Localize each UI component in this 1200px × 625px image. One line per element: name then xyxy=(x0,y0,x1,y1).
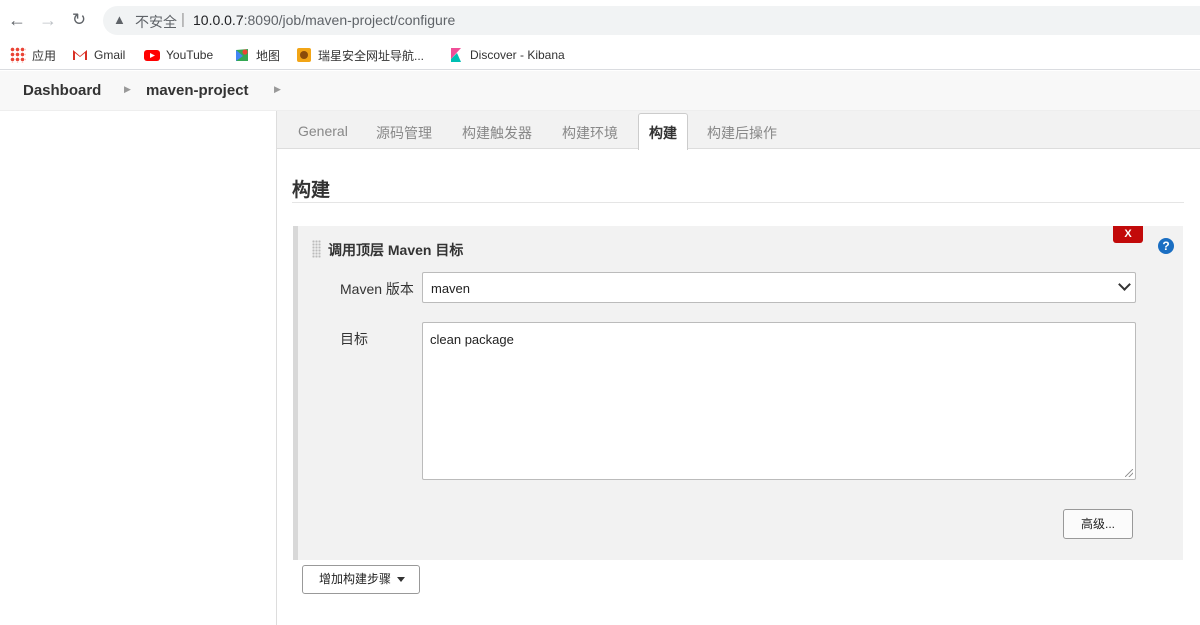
tab-build[interactable]: 构建 xyxy=(638,113,688,150)
bookmark-label: Discover - Kibana xyxy=(470,48,565,62)
bookmark-label: 瑞星安全网址导航... xyxy=(318,48,425,63)
tab-build-env[interactable]: 构建环境 xyxy=(562,123,618,143)
bookmark-gmail[interactable]: Gmail xyxy=(72,45,125,65)
separator: | xyxy=(181,11,185,28)
drag-handle-icon[interactable] xyxy=(312,240,321,258)
breadcrumb-arrow-icon[interactable]: ▶ xyxy=(274,84,281,95)
bookmark-label: 应用 xyxy=(32,48,57,63)
help-icon[interactable]: ? xyxy=(1158,238,1174,254)
build-step-maven: 调用顶层 Maven 目标 X Maven 版本 maven 目标 clean … xyxy=(293,226,1183,560)
breadcrumb-dashboard[interactable]: Dashboard xyxy=(23,82,101,99)
build-step-title: 调用顶层 Maven 目标 xyxy=(328,242,464,258)
add-build-step-label: 增加构建步骤 xyxy=(319,572,392,586)
tab-post-build[interactable]: 构建后操作 xyxy=(707,123,777,143)
bookmark-kibana[interactable]: Discover - Kibana xyxy=(448,45,565,65)
goals-textarea[interactable]: clean package xyxy=(422,322,1136,480)
warning-triangle-icon: ▲ xyxy=(113,12,126,27)
chevron-down-icon xyxy=(1118,278,1131,291)
goals-label: 目标 xyxy=(340,331,368,347)
breadcrumb-arrow-icon[interactable]: ▶ xyxy=(124,84,131,95)
insecure-label: 不安全 xyxy=(135,14,177,30)
tab-scm[interactable]: 源码管理 xyxy=(376,123,432,143)
advanced-button[interactable]: 高级... xyxy=(1063,509,1133,539)
add-build-step-button[interactable]: 增加构建步骤 xyxy=(302,565,420,594)
browser-toolbar: ← → ↻ ▲ 不安全 | 10.0.0.7:8090/job/maven-pr… xyxy=(0,0,1200,40)
bookmark-label: YouTube xyxy=(166,48,214,62)
config-tabbar: General 源码管理 构建触发器 构建环境 构建 构建后操作 xyxy=(277,111,1200,150)
tab-triggers[interactable]: 构建触发器 xyxy=(462,123,532,143)
breadcrumb-project[interactable]: maven-project xyxy=(146,82,249,99)
url-text: 10.0.0.7:8090/job/maven-project/configur… xyxy=(193,12,456,28)
bookmarks-bar: 应用 Gmail YouTube 地图 瑞星安全网址导航... Discover… xyxy=(0,40,1200,70)
maps-icon xyxy=(234,47,250,63)
rising-icon xyxy=(296,47,312,63)
bookmark-youtube[interactable]: YouTube xyxy=(144,45,213,65)
bookmark-apps[interactable]: 应用 xyxy=(10,45,56,65)
maven-version-value: maven xyxy=(431,281,471,296)
gmail-icon xyxy=(72,47,88,63)
address-bar[interactable]: ▲ 不安全 | 10.0.0.7:8090/job/maven-project/… xyxy=(103,6,1200,35)
reload-icon[interactable]: ↻ xyxy=(69,10,89,30)
section-title: 构建 xyxy=(292,180,331,201)
tab-general[interactable]: General xyxy=(298,123,348,139)
back-arrow-icon[interactable]: ← xyxy=(7,10,27,30)
config-main: General 源码管理 构建触发器 构建环境 构建 构建后操作 构建 调用顶层… xyxy=(276,111,1200,625)
resize-handle-icon[interactable] xyxy=(1125,469,1133,477)
bookmark-label: 地图 xyxy=(256,48,281,63)
delete-step-button[interactable]: X xyxy=(1113,226,1143,243)
maven-version-select[interactable]: maven xyxy=(422,272,1136,303)
maven-version-label: Maven 版本 xyxy=(340,281,414,297)
goals-value: clean package xyxy=(430,332,514,347)
bookmark-label: Gmail xyxy=(94,48,126,62)
divider xyxy=(292,202,1184,203)
bookmark-maps[interactable]: 地图 xyxy=(234,45,280,65)
breadcrumb: Dashboard ▶ maven-project ▶ xyxy=(0,71,1200,111)
caret-down-icon xyxy=(397,577,406,583)
youtube-icon xyxy=(144,47,160,63)
bookmark-rising[interactable]: 瑞星安全网址导航... xyxy=(296,45,424,65)
kibana-icon xyxy=(448,47,464,63)
forward-arrow-icon[interactable]: → xyxy=(38,10,58,30)
apps-grid-icon xyxy=(10,47,26,63)
